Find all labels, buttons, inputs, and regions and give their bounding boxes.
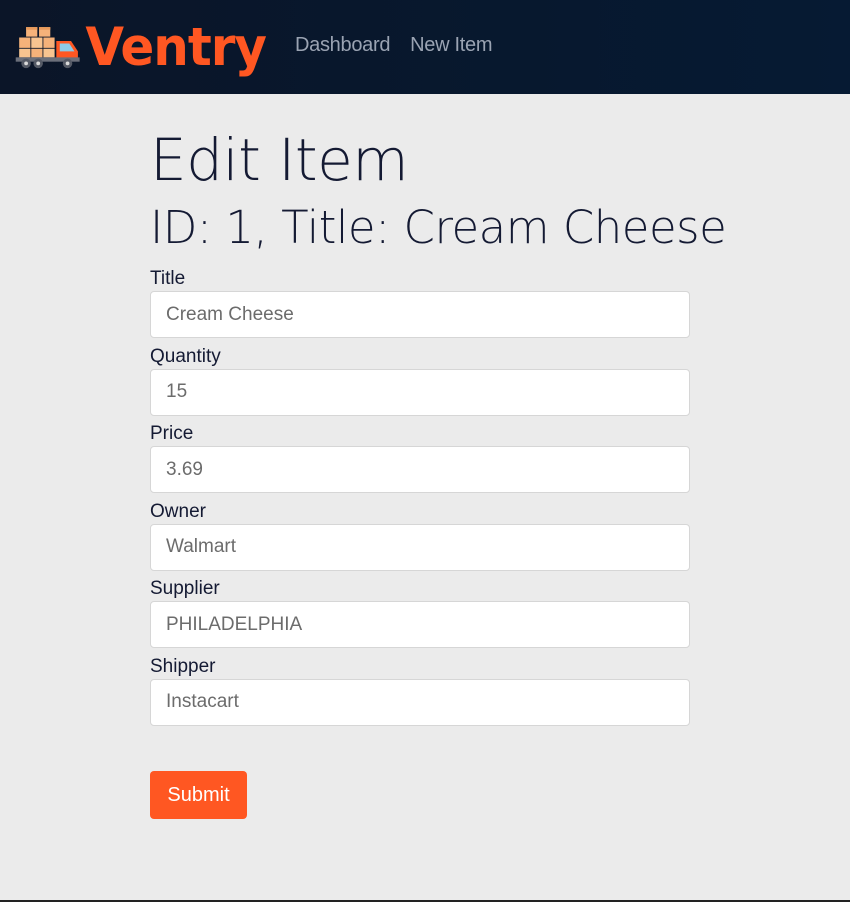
- submit-button[interactable]: Submit: [150, 771, 247, 819]
- title-input[interactable]: [150, 291, 690, 338]
- price-input[interactable]: [150, 446, 690, 494]
- quantity-label: Quantity: [150, 345, 221, 367]
- navbar: Ventry Dashboard New Item: [0, 0, 850, 94]
- owner-label: Owner: [150, 500, 206, 522]
- field-title: Title: [150, 266, 710, 344]
- field-shipper: Shipper: [150, 654, 710, 732]
- supplier-input[interactable]: [150, 601, 690, 649]
- nav-links: Dashboard New Item: [295, 34, 493, 57]
- shipper-label: Shipper: [150, 655, 216, 677]
- field-owner: Owner: [150, 499, 710, 577]
- field-supplier: Supplier: [150, 576, 710, 654]
- field-quantity: Quantity: [150, 344, 710, 422]
- brand-name: Ventry: [85, 16, 267, 78]
- brand-logo-link[interactable]: Ventry: [14, 16, 267, 78]
- main-content: Edit Item ID: 1, Title: Cream Cheese Tit…: [150, 124, 727, 732]
- edit-item-form: Title Quantity Price Owner Supplier Ship…: [150, 266, 710, 732]
- shipper-input[interactable]: [150, 678, 690, 726]
- supplier-label: Supplier: [150, 578, 220, 600]
- page-subtitle: ID: 1, Title: Cream Cheese: [150, 201, 727, 254]
- title-label: Title: [150, 268, 186, 289]
- page-title: Edit Item: [150, 126, 409, 194]
- owner-input[interactable]: [150, 523, 690, 571]
- price-label: Price: [150, 423, 194, 445]
- quantity-input[interactable]: [150, 368, 690, 416]
- delivery-truck-icon: [15, 27, 80, 69]
- nav-link-new-item[interactable]: New Item: [410, 34, 492, 57]
- field-price: Price: [150, 421, 710, 499]
- nav-link-dashboard[interactable]: Dashboard: [295, 34, 390, 57]
